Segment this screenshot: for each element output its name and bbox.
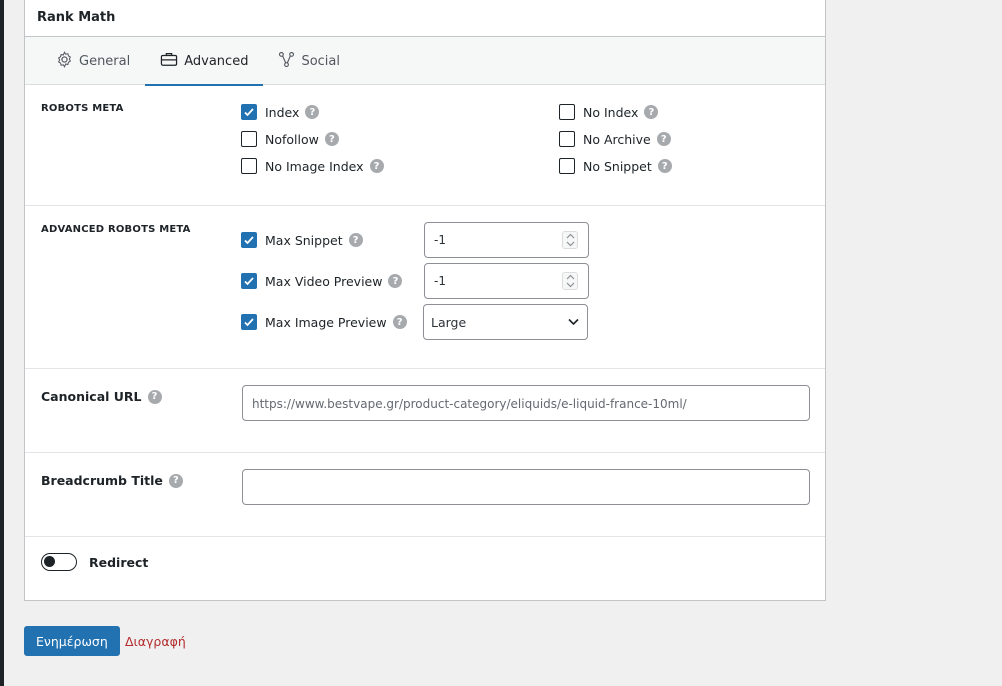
checkbox-no-image-index[interactable]: No Image Index ?: [241, 158, 384, 174]
checkbox-box[interactable]: [241, 314, 257, 330]
max-snippet-input[interactable]: -1: [424, 222, 589, 258]
checkbox-label: No Archive: [583, 131, 651, 147]
checkbox-label: No Index: [583, 104, 639, 120]
tab-advanced[interactable]: Advanced: [145, 37, 264, 86]
canonical-url-input[interactable]: https://www.bestvape.gr/product-category…: [242, 385, 810, 421]
checkbox-label: Nofollow: [265, 131, 319, 147]
checkbox-box[interactable]: [559, 104, 575, 120]
help-icon[interactable]: ?: [305, 105, 320, 119]
checkbox-nofollow[interactable]: Nofollow ?: [241, 131, 339, 147]
delete-link[interactable]: Διαγραφή: [125, 634, 186, 649]
help-icon[interactable]: ?: [656, 132, 671, 146]
checkbox-label: Max Snippet: [265, 232, 343, 248]
checkbox-box[interactable]: [559, 131, 575, 147]
tab-advanced-label: Advanced: [184, 53, 249, 69]
metabox-title: Rank Math: [25, 0, 825, 37]
checkbox-no-snippet[interactable]: No Snippet ?: [559, 158, 672, 174]
chevron-down-icon: [568, 318, 579, 326]
max-image-preview-select[interactable]: Large: [423, 304, 588, 340]
share-nodes-icon: [278, 51, 301, 72]
checkbox-max-image-preview[interactable]: Max Image Preview ?: [241, 314, 407, 330]
checkbox-label: Index: [265, 104, 300, 120]
breadcrumb-label: Breadcrumb Title: [41, 473, 163, 488]
max-video-value: -1: [434, 274, 446, 288]
checkbox-label: No Image Index: [265, 158, 364, 174]
rank-math-metabox: Rank Math General Advanced Social ROBOTS…: [24, 0, 826, 601]
checkbox-label: Max Video Preview: [265, 273, 383, 289]
number-spinner[interactable]: [562, 272, 578, 290]
tab-bar: General Advanced Social: [25, 37, 825, 86]
help-icon[interactable]: ?: [369, 159, 384, 173]
robots-meta-section: ROBOTS META Index ? Nofollow ? No Image …: [25, 85, 825, 206]
checkbox-box[interactable]: [241, 158, 257, 174]
help-icon[interactable]: ?: [147, 389, 162, 404]
admin-sidebar-edge: [0, 0, 4, 686]
help-icon[interactable]: ?: [348, 233, 363, 247]
advanced-robots-label: ADVANCED ROBOTS META: [41, 224, 191, 235]
gear-icon: [56, 50, 79, 72]
checkbox-max-video-preview[interactable]: Max Video Preview ?: [241, 273, 403, 289]
breadcrumb-section: Breadcrumb Title ?: [25, 453, 825, 537]
max-snippet-value: -1: [434, 233, 446, 247]
checkbox-max-snippet[interactable]: Max Snippet ?: [241, 232, 363, 248]
help-icon[interactable]: ?: [657, 159, 672, 173]
redirect-label: Redirect: [89, 555, 149, 570]
help-icon[interactable]: ?: [324, 132, 339, 146]
tab-social-label: Social: [301, 53, 340, 69]
redirect-section: Redirect: [25, 537, 825, 600]
canonical-section: Canonical URL ? https://www.bestvape.gr/…: [25, 369, 825, 453]
checkbox-box[interactable]: [559, 158, 575, 174]
canonical-label-row: Canonical URL ?: [41, 389, 162, 404]
help-icon[interactable]: ?: [392, 315, 407, 329]
checkbox-box[interactable]: [241, 232, 257, 248]
checkbox-index[interactable]: Index ?: [241, 104, 320, 120]
tab-social[interactable]: Social: [263, 37, 355, 85]
checkbox-no-index[interactable]: No Index ?: [559, 104, 659, 120]
robots-meta-label: ROBOTS META: [41, 103, 124, 114]
help-icon[interactable]: ?: [388, 274, 403, 288]
tab-general-label: General: [79, 53, 131, 69]
canonical-placeholder: https://www.bestvape.gr/product-category…: [252, 397, 687, 411]
advanced-robots-section: ADVANCED ROBOTS META Max Snippet ? -1 Ma…: [25, 206, 825, 369]
checkbox-label: No Snippet: [583, 158, 652, 174]
update-button[interactable]: Ενημέρωση: [24, 626, 120, 656]
checkbox-box[interactable]: [241, 131, 257, 147]
checkbox-box[interactable]: [241, 104, 257, 120]
canonical-label: Canonical URL: [41, 389, 142, 404]
redirect-toggle[interactable]: [41, 553, 77, 571]
toggle-knob: [44, 556, 55, 567]
help-icon[interactable]: ?: [644, 105, 659, 119]
max-video-preview-input[interactable]: -1: [424, 263, 589, 299]
checkbox-label: Max Image Preview: [265, 314, 387, 330]
breadcrumb-label-row: Breadcrumb Title ?: [41, 473, 183, 488]
help-icon[interactable]: ?: [168, 473, 183, 488]
checkbox-box[interactable]: [241, 273, 257, 289]
tab-general[interactable]: General: [41, 37, 145, 85]
toolbox-icon: [160, 51, 184, 71]
max-image-value: Large: [431, 315, 467, 330]
breadcrumb-title-input[interactable]: [242, 469, 810, 505]
number-spinner[interactable]: [562, 231, 578, 249]
checkbox-no-archive[interactable]: No Archive ?: [559, 131, 671, 147]
